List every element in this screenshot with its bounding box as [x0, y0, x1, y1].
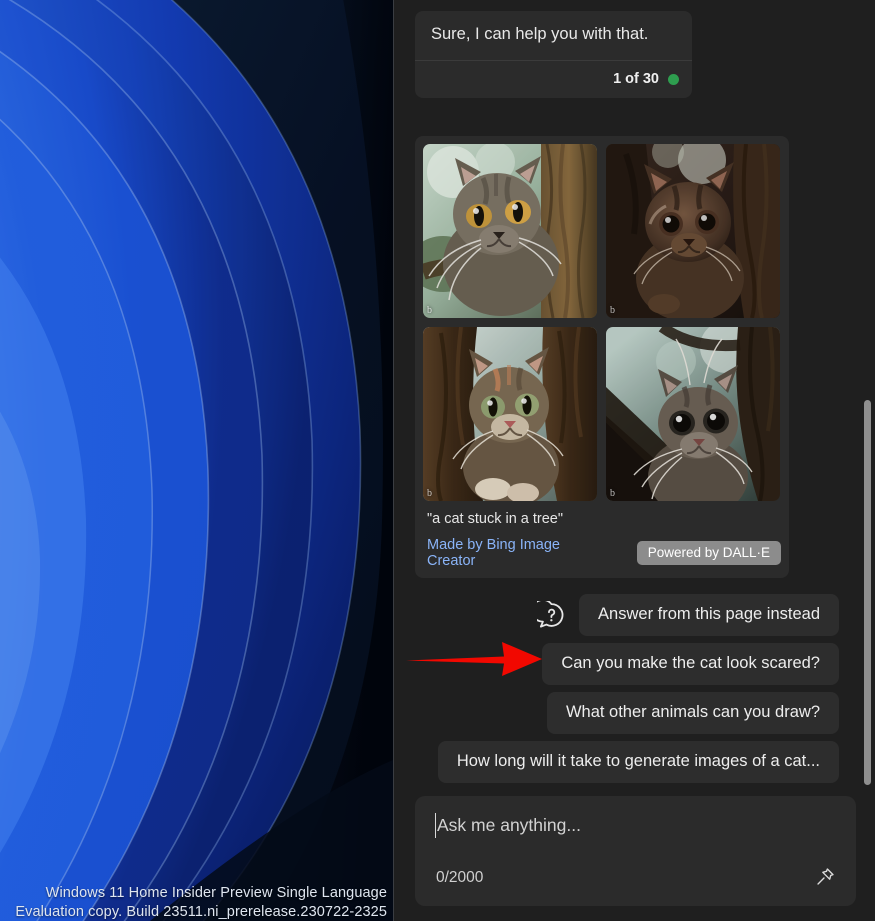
assistant-message-card: Sure, I can help you with that. 1 of 30 [415, 11, 692, 98]
desktop-wallpaper: Windows 11 Home Insider Preview Single L… [0, 0, 393, 921]
suggestion-chip-other-animals[interactable]: What other animals can you draw? [547, 692, 839, 734]
composer-placeholder: Ask me anything... [437, 815, 581, 836]
cat-image-3 [423, 327, 597, 501]
cat-image-2 [606, 144, 780, 318]
image-watermark: b [610, 305, 615, 316]
windows-watermark-line2: Evaluation copy. Build 23511.ni_prerelea… [0, 904, 387, 920]
scrollbar-thumb[interactable] [864, 400, 871, 785]
bloom-wallpaper-graphic [0, 0, 393, 921]
pin-button[interactable] [808, 860, 842, 894]
pin-icon [814, 866, 836, 888]
windows-watermark-line1: Windows 11 Home Insider Preview Single L… [0, 885, 387, 901]
image-watermark: b [610, 488, 615, 499]
message-footer: 1 of 30 [415, 60, 692, 98]
suggestion-chips: Answer from this page instead Can you ma… [394, 594, 875, 783]
bing-chat-panel: Sure, I can help you with that. 1 of 30 [393, 0, 875, 921]
suggestion-chip-answer-from-page[interactable]: Answer from this page instead [579, 594, 839, 636]
suggestion-chip-make-cat-scared[interactable]: Can you make the cat look scared? [542, 643, 839, 685]
composer-box[interactable]: Ask me anything... 0/2000 [415, 796, 856, 906]
suggestion-row: Answer from this page instead [537, 594, 839, 636]
composer-input[interactable]: Ask me anything... [435, 813, 836, 838]
generated-image-tile[interactable]: b [423, 327, 597, 501]
screen: Windows 11 Home Insider Preview Single L… [0, 0, 875, 921]
cat-image-4 [606, 327, 780, 501]
question-bubble-icon [537, 601, 566, 630]
powered-by-badge: Powered by DALL·E [637, 541, 781, 565]
cat-image-1 [423, 144, 597, 318]
image-prompt-text: "a cat stuck in a tree" [427, 511, 781, 527]
image-creator-link[interactable]: Made by Bing Image Creator [427, 537, 603, 569]
suggestion-chip-how-long[interactable]: How long will it take to generate images… [438, 741, 839, 783]
image-credit-row: Made by Bing Image Creator Powered by DA… [427, 537, 781, 569]
assistant-message-text: Sure, I can help you with that. [415, 11, 692, 60]
message-counter: 1 of 30 [613, 71, 659, 87]
generated-image-tile[interactable]: b [606, 144, 780, 318]
image-grid: b [423, 144, 781, 501]
image-result-card: b [415, 136, 789, 578]
generated-image-tile[interactable]: b [423, 144, 597, 318]
generated-image-tile[interactable]: b [606, 327, 780, 501]
text-caret [435, 813, 436, 838]
status-dot [668, 74, 679, 85]
image-watermark: b [427, 305, 432, 316]
image-watermark: b [427, 488, 432, 499]
character-counter: 0/2000 [436, 869, 483, 887]
